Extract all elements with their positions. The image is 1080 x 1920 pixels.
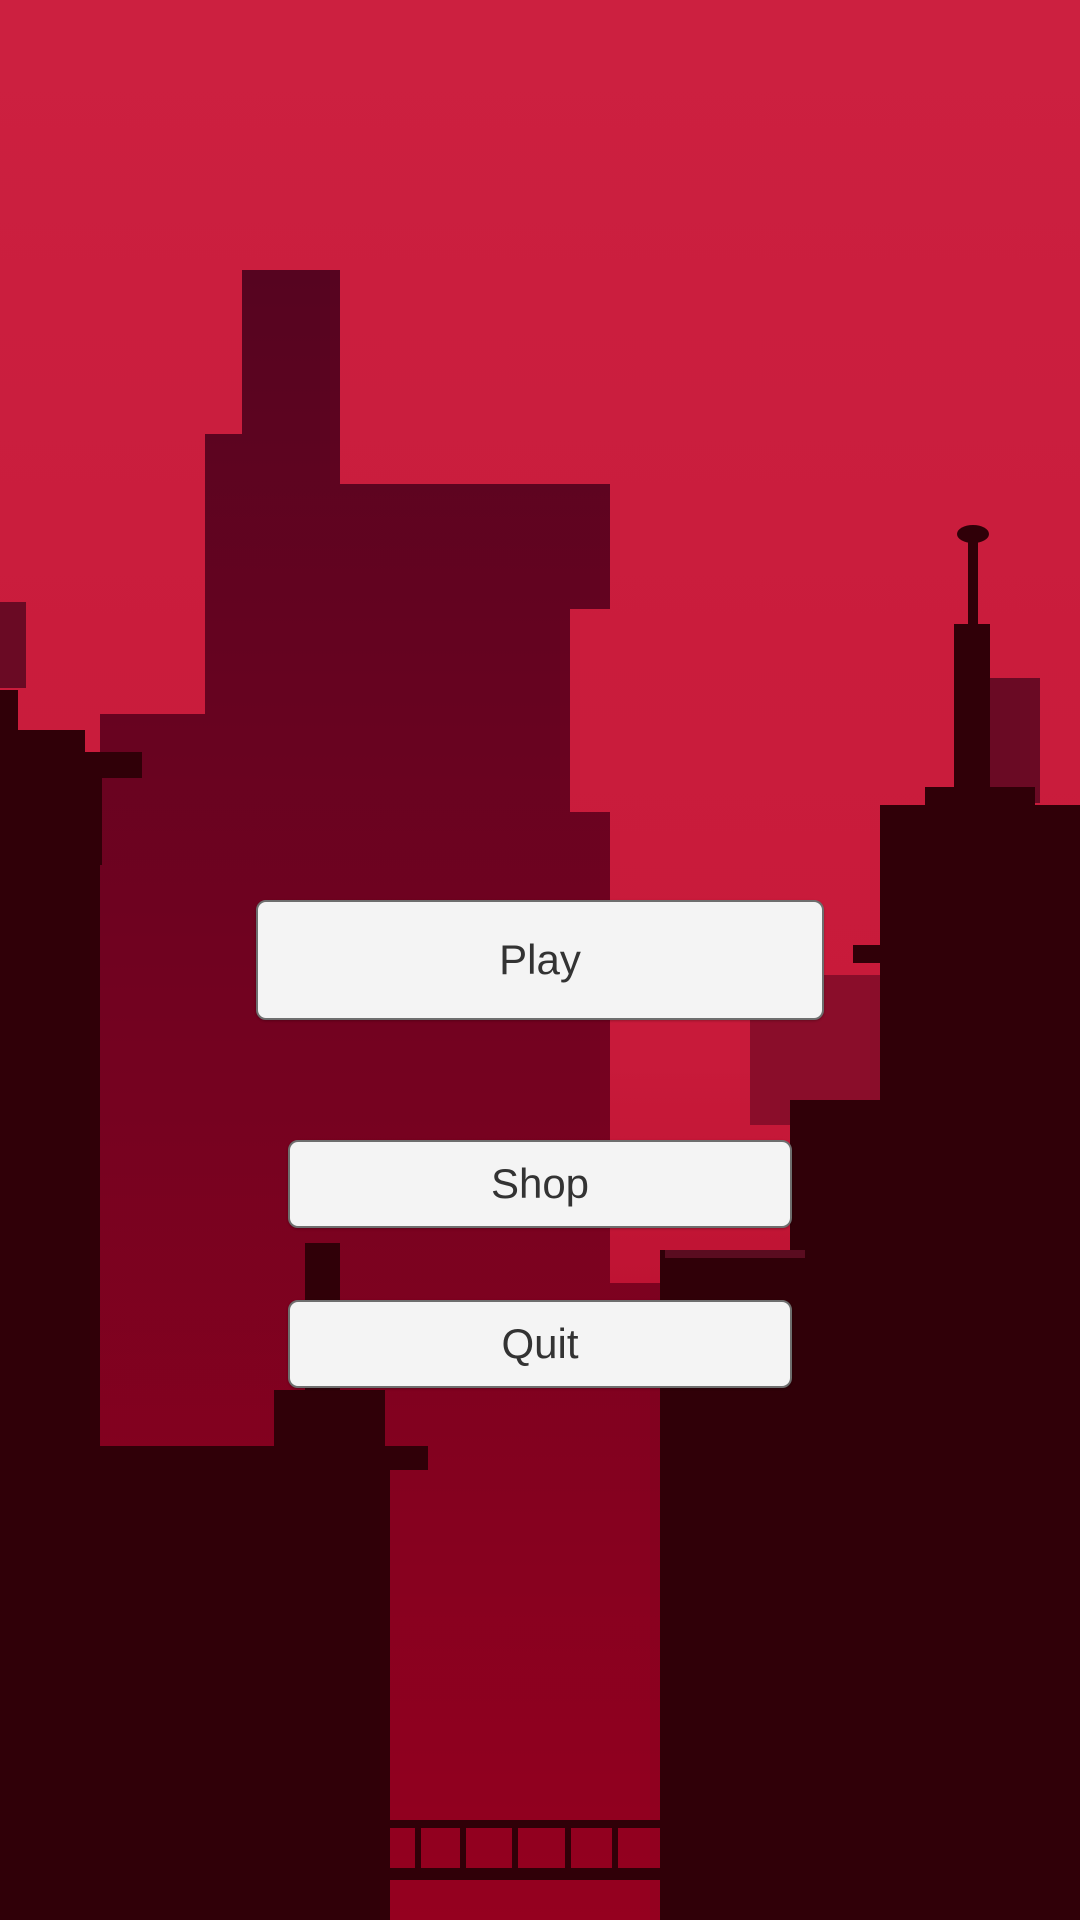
far-building-right-top [985, 678, 1040, 803]
play-button[interactable]: Play [256, 900, 824, 1020]
shop-button[interactable]: Shop [288, 1140, 792, 1228]
bridge-deck [388, 1868, 663, 1880]
left-building [0, 602, 26, 688]
bridge-rail [388, 1820, 663, 1828]
rooftop-rail [665, 1250, 805, 1258]
antenna-mast [968, 536, 978, 626]
quit-button[interactable]: Quit [288, 1300, 792, 1388]
antenna-tip [957, 525, 989, 543]
